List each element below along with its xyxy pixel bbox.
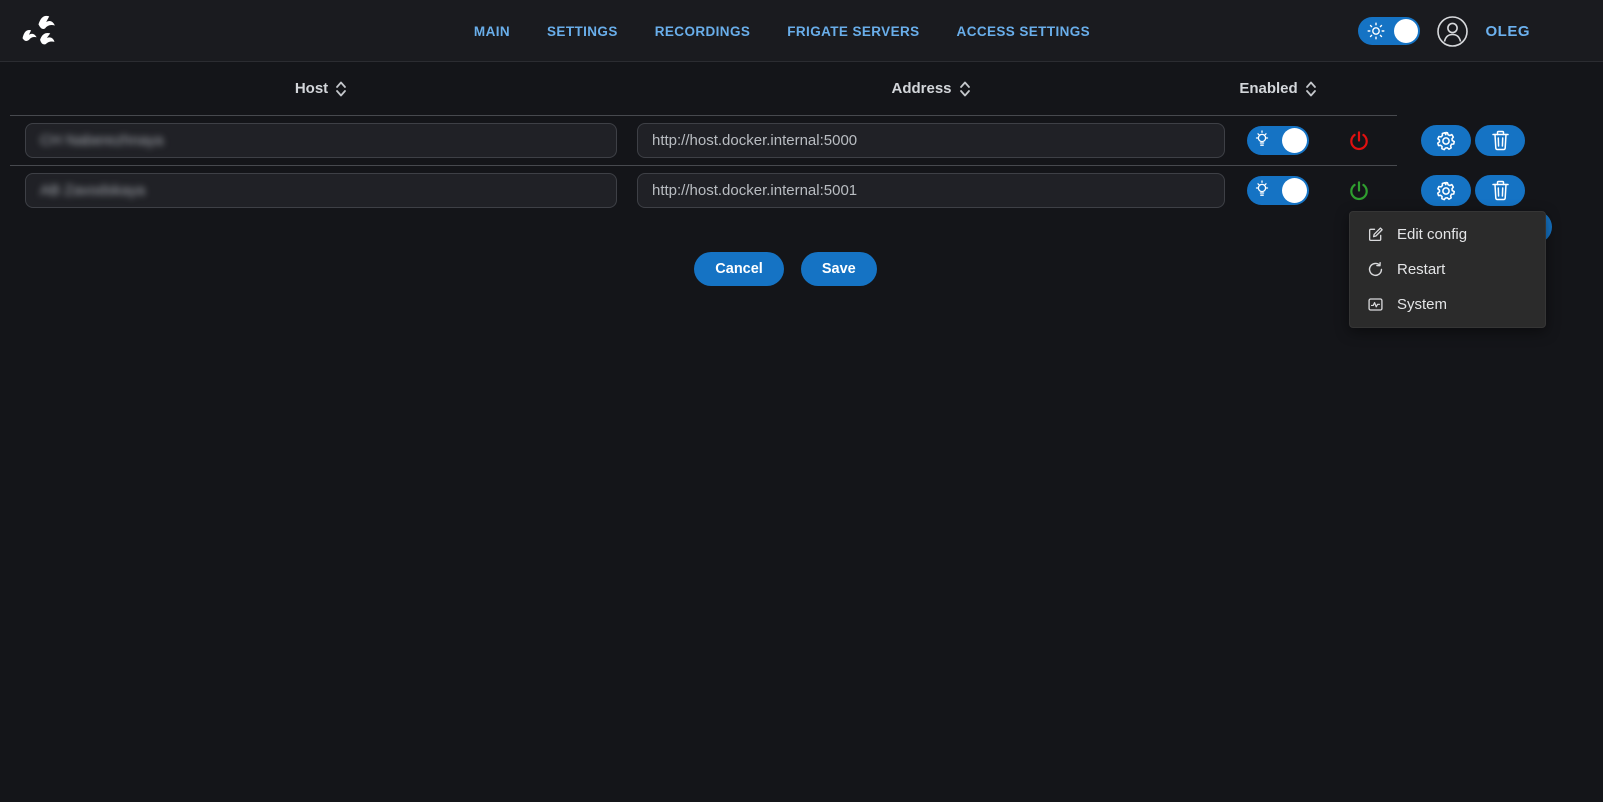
trash-icon (1491, 130, 1510, 151)
nav-link-main[interactable]: MAIN (474, 24, 510, 39)
frigate-birds-logo[interactable] (16, 9, 60, 53)
host-name-blurred-text: CH Naberezhnaya (40, 132, 163, 149)
navbar: MAIN SETTINGS RECORDINGS FRIGATE SERVERS… (0, 0, 1603, 62)
host-name-input[interactable]: CH Naberezhnaya (25, 123, 617, 158)
power-status-icon-offline (1348, 129, 1370, 153)
gear-icon (1435, 130, 1457, 152)
column-header-enabled[interactable]: Enabled (1239, 80, 1316, 97)
gear-icon (1435, 180, 1457, 202)
column-header-host[interactable]: Host (25, 80, 617, 97)
server-context-menu: Edit config Restart System (1349, 211, 1546, 328)
navbar-right: OLEG (1358, 0, 1530, 62)
table-header-row: Host Address Enabled (0, 62, 1603, 115)
sort-icon (1305, 81, 1317, 97)
system-icon (1367, 296, 1384, 313)
server-row-1: CH Naberezhnaya (0, 116, 1603, 165)
user-avatar-icon[interactable] (1436, 15, 1469, 48)
save-button[interactable]: Save (801, 252, 877, 286)
nav-link-recordings[interactable]: RECORDINGS (655, 24, 751, 39)
edit-icon (1367, 226, 1384, 243)
settings-button[interactable] (1421, 175, 1471, 206)
enabled-toggle[interactable] (1247, 126, 1309, 155)
delete-button[interactable] (1475, 125, 1525, 156)
host-header-label: Host (295, 80, 328, 97)
toggle-knob (1282, 128, 1307, 153)
enabled-header-label: Enabled (1239, 80, 1297, 97)
theme-toggle-knob (1394, 19, 1418, 43)
menu-item-edit-config[interactable]: Edit config (1350, 217, 1545, 252)
nav-link-frigate-servers[interactable]: FRIGATE SERVERS (787, 24, 919, 39)
host-name-input[interactable]: AB Zavodskaya (25, 173, 617, 208)
power-status-icon-online (1348, 179, 1370, 203)
lightbulb-icon (1255, 180, 1269, 201)
delete-button[interactable] (1475, 175, 1525, 206)
username-label[interactable]: OLEG (1485, 23, 1530, 40)
lightbulb-icon (1255, 130, 1269, 151)
host-name-blurred-text: AB Zavodskaya (40, 182, 145, 199)
column-header-address[interactable]: Address (637, 80, 1225, 97)
nav-link-access-settings[interactable]: ACCESS SETTINGS (957, 24, 1091, 39)
sort-icon (335, 81, 347, 97)
address-input[interactable] (637, 173, 1225, 208)
nav-link-settings[interactable]: SETTINGS (547, 24, 618, 39)
sort-icon (959, 81, 971, 97)
trash-icon (1491, 180, 1510, 201)
frigate-app-page: MAIN SETTINGS RECORDINGS FRIGATE SERVERS… (0, 0, 1603, 802)
cancel-button[interactable]: Cancel (694, 252, 784, 286)
server-row-2: AB Zavodskaya (0, 166, 1603, 215)
menu-item-label: Edit config (1397, 226, 1467, 243)
restart-icon (1367, 261, 1384, 278)
enabled-toggle[interactable] (1247, 176, 1309, 205)
toggle-knob (1282, 178, 1307, 203)
settings-button[interactable] (1421, 125, 1471, 156)
menu-item-label: Restart (1397, 261, 1445, 278)
main-navigation: MAIN SETTINGS RECORDINGS FRIGATE SERVERS… (474, 0, 1090, 62)
menu-item-label: System (1397, 296, 1447, 313)
sun-icon (1367, 22, 1385, 40)
menu-item-restart[interactable]: Restart (1350, 252, 1545, 287)
address-header-label: Address (891, 80, 951, 97)
menu-item-system[interactable]: System (1350, 287, 1545, 322)
address-input[interactable] (637, 123, 1225, 158)
theme-toggle[interactable] (1358, 17, 1420, 45)
